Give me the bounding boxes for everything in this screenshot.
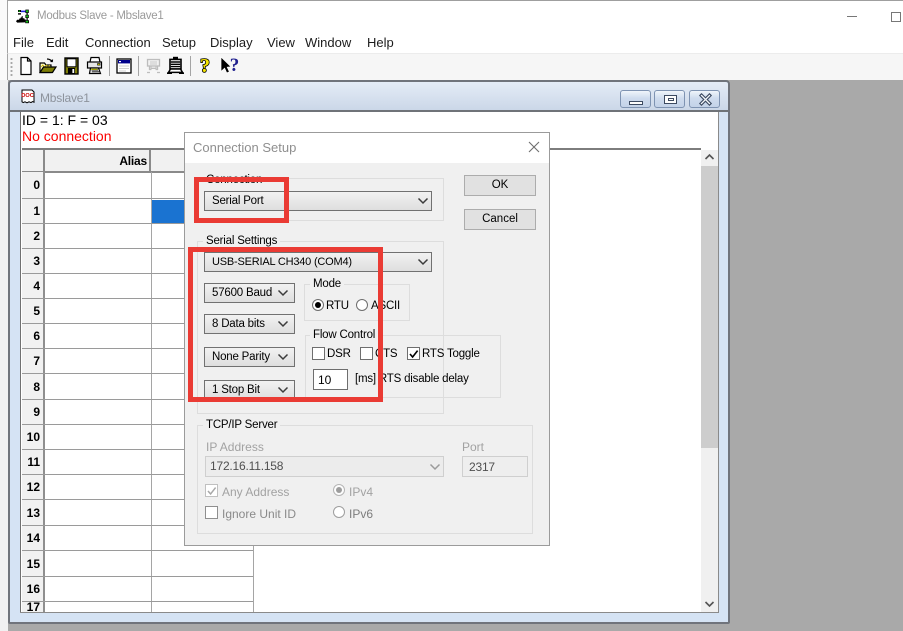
- svg-text:DOC: DOC: [21, 93, 33, 99]
- svg-text:?: ?: [200, 55, 210, 77]
- svg-text:?: ?: [230, 55, 240, 76]
